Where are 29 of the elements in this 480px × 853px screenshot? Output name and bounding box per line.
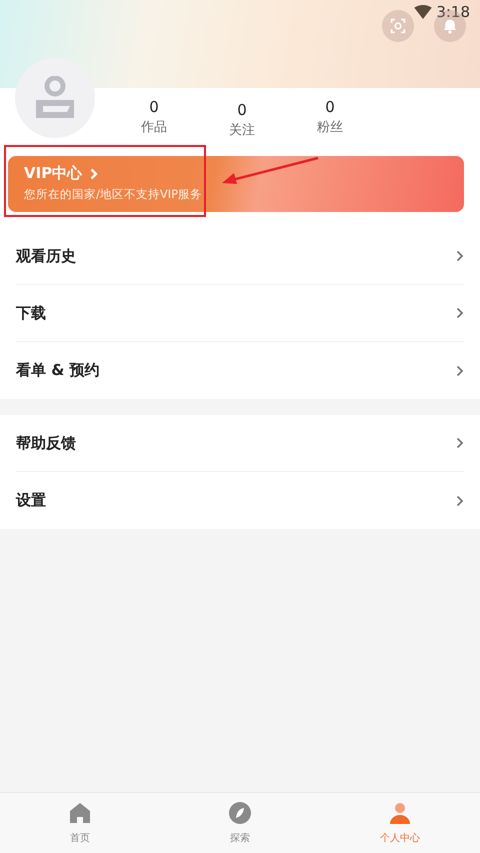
chevron-icon bbox=[456, 437, 464, 449]
menu-item[interactable]: 下载 bbox=[16, 285, 464, 342]
nav-tab[interactable]: 探索 bbox=[160, 793, 320, 853]
stat-label[interactable]: 作品 bbox=[141, 118, 167, 136]
status-time: 3:18 bbox=[436, 3, 470, 21]
chevron-icon bbox=[456, 307, 464, 319]
stat-value: 0 bbox=[149, 98, 159, 116]
nav-tab[interactable]: 首页 bbox=[0, 793, 160, 853]
scan-icon bbox=[390, 18, 406, 34]
compass-icon bbox=[228, 801, 252, 825]
menu-item[interactable]: 设置 bbox=[16, 472, 464, 529]
stat-value: 0 bbox=[325, 98, 335, 116]
menu-item[interactable]: 观看历史 bbox=[16, 228, 464, 285]
stat-label[interactable]: 粉丝 bbox=[317, 118, 343, 136]
person-icon bbox=[388, 801, 412, 825]
chevron-icon bbox=[456, 250, 464, 262]
stat-label[interactable]: 关注 bbox=[229, 121, 255, 139]
vip-subtitle: 您所在的国家/地区不支持VIP服务 bbox=[24, 187, 204, 202]
chevron-icon bbox=[456, 494, 464, 506]
home-icon bbox=[68, 801, 92, 825]
menu-item[interactable]: 帮助反馈 bbox=[16, 415, 464, 472]
wifi-icon bbox=[414, 5, 432, 19]
chevron-icon bbox=[456, 364, 464, 376]
vip-title: VIP中心 bbox=[24, 164, 82, 183]
chevron-icon bbox=[90, 168, 98, 180]
bell-icon bbox=[442, 18, 458, 34]
stat-value: 0 bbox=[237, 101, 247, 119]
menu-item[interactable]: 看单 & 预约 bbox=[16, 342, 464, 399]
scan-button[interactable] bbox=[382, 10, 414, 42]
